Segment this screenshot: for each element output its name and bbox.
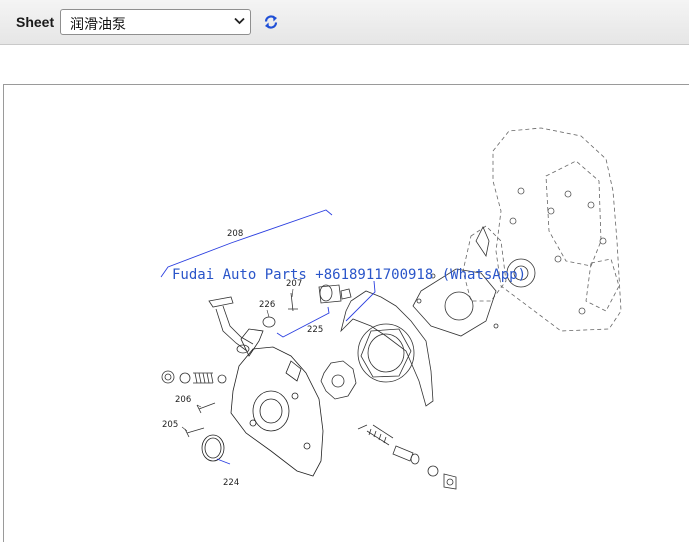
- callout-leaders: [160, 209, 376, 465]
- lower-valve-parts: [357, 424, 457, 490]
- bolt-206: [196, 402, 216, 414]
- callout-226: 226: [259, 300, 275, 310]
- bolt-207: [288, 292, 298, 312]
- callout-224: 224: [223, 478, 239, 488]
- sheet-label: Sheet: [16, 14, 55, 30]
- valve-spring-parts: [161, 370, 227, 384]
- watermark-text: Fudai Auto Parts +8618911700918 (WhatsAp…: [172, 267, 526, 283]
- pump-housing: [230, 328, 324, 477]
- callout-205: 205: [162, 420, 178, 430]
- callout-206: 206: [175, 395, 191, 405]
- seal-224: [201, 434, 225, 462]
- refresh-icon[interactable]: [262, 13, 280, 31]
- bolt-205: [184, 427, 205, 438]
- callout-208: 208: [227, 229, 243, 239]
- relief-valve-parts: [318, 284, 352, 304]
- exploded-parts-diagram: 208 207 226 225 206 205 224 Fudai Auto P…: [160, 127, 622, 490]
- pump-outer-ring: [357, 323, 415, 383]
- callout-225: 225: [307, 325, 323, 335]
- engine-block-bolts: [509, 187, 607, 315]
- chevron-down-icon: [234, 17, 245, 25]
- suction-tube: [208, 296, 254, 354]
- oring-226: [262, 316, 276, 328]
- diagram-viewer[interactable]: 208 207 226 225 206 205 224 Fudai Auto P…: [3, 84, 689, 542]
- toolbar: Sheet 润滑油泵: [0, 0, 689, 45]
- callout-pointers: [181, 288, 294, 432]
- sheet-select-value: 润滑油泵: [70, 17, 126, 33]
- engine-block-outline: [462, 127, 622, 332]
- sheet-select[interactable]: 润滑油泵: [60, 9, 251, 35]
- pump-inner-rotor: [320, 360, 357, 400]
- gasket: [340, 290, 434, 407]
